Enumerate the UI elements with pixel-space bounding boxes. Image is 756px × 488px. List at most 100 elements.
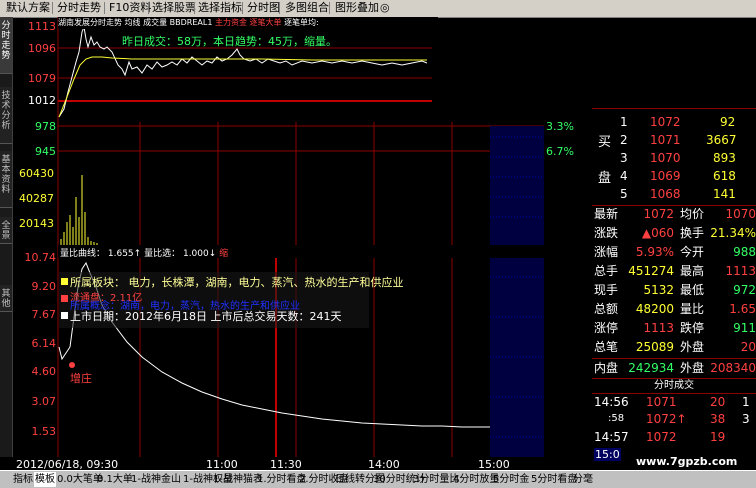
quote-row: 最新 1072 均价 1070 [592,205,756,223]
quote-value: 25089 [635,340,674,354]
quote-label: 跌停 [680,321,705,335]
quote-value: 48200 [635,302,674,316]
order-row: 4 1069 618 [592,167,756,185]
quote-value: 451274 [628,264,674,278]
menu-intraday[interactable]: 分时走势 [55,1,103,15]
quote-label: 内盘 [594,361,619,375]
quote-value: 242934 [628,361,674,375]
vr-select-label: 量比选： [144,249,181,259]
volume-axis-label: 40287 [19,192,54,205]
header-avg-orders: 逐笔单均: [284,18,319,27]
menu-f10[interactable]: F10资料 [107,1,153,15]
quote-row: 总笔 25089 外盘 20 [592,338,756,356]
chart-header: 湖南发展分时走势 均线 成交量 BBDREAL1 主力资金 逐笔大单 逐笔单均: [58,17,438,29]
bottom-tab[interactable]: 指标 [12,472,34,487]
quote-label: 现手 [594,283,619,297]
trade-row: 14:56 1071 20 1 [592,393,756,411]
order-vol: 893 [713,151,736,165]
menu-intraday-chart[interactable]: 分时图 [245,1,282,15]
trade-time: :58 [608,413,625,424]
bottom-tab-bar: 指标 模板 0.0大笔单 0.1大单 1-战神金山 1-战神权星 1-战神猫表 … [0,470,756,488]
marker-dot [69,362,75,368]
menu-small-icon[interactable]: ◎ [378,1,392,15]
tab-other[interactable]: 其他 [0,285,12,312]
quote-row: 涨跌 ▲060 换手 21.34% [592,224,756,242]
order-idx: 4 [620,169,628,183]
trade-price: 1072 [646,430,677,444]
quote-value: 1113 [725,264,756,278]
menu-separator [279,2,280,14]
quote-value: 20 [740,340,756,354]
quote-value: 21.34% [710,226,756,240]
order-idx: 5 [620,187,628,201]
order-row: 1 1072 92 [592,113,756,131]
price-label: 945 [35,145,56,158]
quote-value: 1.65 [729,302,756,316]
vr-axis-label: 10.74 [24,251,57,264]
info-sector: 所属板块： 电力，长株潭，湖南，电力、蒸汽、热水的生产和供应业 [70,276,404,289]
trade-row: :58 1072↑ 38 3 [592,410,756,428]
bottom-tab[interactable]: 模板 [34,472,56,487]
trade-vol: 19 [710,430,726,444]
vr-axis-label: 3.07 [31,395,57,408]
menu-select-stock[interactable]: 选择股票 [150,1,198,15]
quote-value: 5132 [643,283,674,297]
order-price: 1071 [650,133,681,147]
menu-select-indicator[interactable]: 选择指标 [196,1,244,15]
quote-label: 最低 [680,283,705,297]
volume-axis-label: 20143 [19,217,54,230]
quote-label: 最新 [594,207,619,221]
info-bullet [61,312,68,319]
price-label-prev-close: 1012 [28,94,56,107]
order-price: 1069 [650,169,681,183]
quote-label: 量比 [680,302,705,316]
tab-technical[interactable]: 技术分析 [0,87,12,144]
order-vol: 3667 [706,133,737,147]
order-book: 买 盘 1 1072 92 2 1071 3667 3 1070 893 4 1… [592,108,756,206]
trade-count: 3 [742,412,750,426]
quote-row: 现手 5132 最低 972 [592,281,756,299]
trade-price: 1071 [646,395,677,409]
order-idx: 1 [620,115,628,129]
quote-panel: 买 盘 1 1072 92 2 1071 3667 3 1070 893 4 1… [592,108,756,461]
quote-value: 911 [733,321,756,335]
quote-label: 总手 [594,264,619,278]
menu-overlay[interactable]: 图形叠加 [333,1,381,15]
trades-header[interactable]: 分时成交 [592,378,756,394]
header-volume-label: 成交量 [143,18,168,27]
menu-multi-chart[interactable]: 多图组合 [283,1,331,15]
price-label: 1113 [28,20,56,33]
menu-bar: 默认方案 分时走势 F10资料 选择股票 选择指标 分时图 多图组合 图形叠加 … [0,0,756,18]
trade-time: 14:56 [594,395,629,409]
order-vol: 618 [713,169,736,183]
volume-axis-label: 60430 [19,167,54,180]
bottom-tab[interactable]: 0.1大单 [96,472,134,487]
trade-vol: 20 [710,395,726,409]
quote-value: 208340 [710,361,756,375]
quote-label: 换手 [680,226,705,240]
menu-separator [242,2,243,14]
quote-label: 外盘 [680,340,705,354]
tab-intraday[interactable]: 分时走势 [0,17,12,74]
vr-status: 缩 [219,249,229,259]
intraday-chart[interactable] [12,17,592,457]
quote-label: 总笔 [594,340,619,354]
vr-axis-label: 6.14 [31,337,57,350]
trade-tail: 15:0 [594,448,621,461]
header-bbd-label: BBDREAL1 [169,18,213,27]
bottom-tab[interactable]: 1-战神金山 [130,472,182,487]
quote-value: 5.93% [635,245,674,259]
bottom-tab[interactable]: 5分时金 [492,472,530,487]
quote-label: 最高 [680,264,705,278]
bottom-tab[interactable]: 分毫 [572,472,594,487]
price-label: 1079 [28,72,56,85]
order-price: 1072 [650,115,681,129]
menu-default-scheme[interactable]: 默认方案 [4,1,52,15]
yesterday-volume-note: 昨日成交：58万，本日趋势：45万，缩量。 [122,35,337,48]
vr-axis-label: 9.20 [31,280,57,293]
quote-label: 涨跌 [594,226,619,240]
order-row: 5 1068 141 [592,185,756,203]
trade-time: 14:57 [594,430,629,444]
quote-value: 1070 [725,207,756,221]
average-line [58,56,427,118]
